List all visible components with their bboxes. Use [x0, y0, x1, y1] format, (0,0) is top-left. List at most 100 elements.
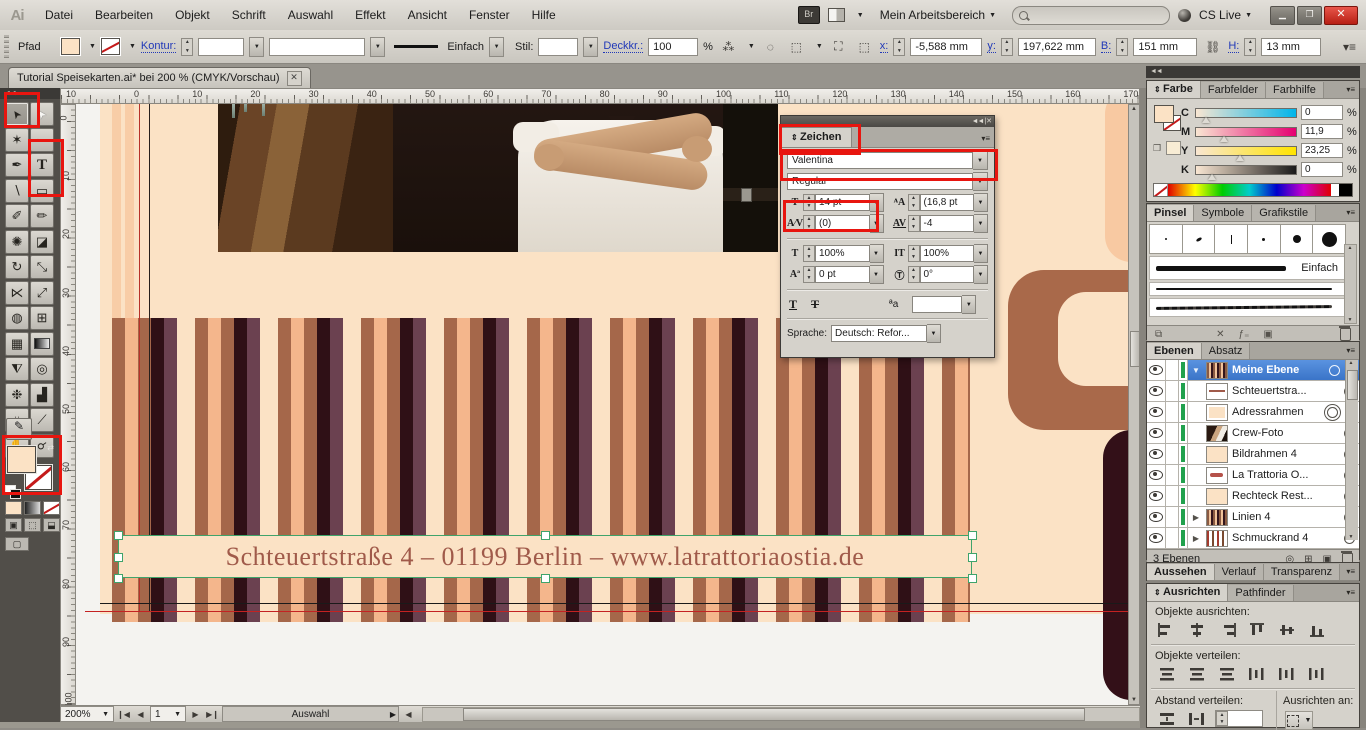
gradient-mode-button[interactable]: [24, 501, 41, 515]
layer-main[interactable]: Crew-Foto: [1188, 423, 1359, 443]
align-to-button[interactable]: ▼: [1285, 711, 1313, 730]
horizontal-scroll-thumb[interactable]: [463, 708, 1085, 721]
brush-swatch[interactable]: [1280, 224, 1314, 254]
layer-thumbnail[interactable]: [1206, 425, 1228, 442]
align-top-button[interactable]: [1245, 620, 1269, 639]
dist-vcenter-button[interactable]: [1185, 664, 1209, 683]
color-mode-button[interactable]: [5, 501, 22, 515]
visibility-cell[interactable]: [1147, 360, 1166, 380]
font-family-combo[interactable]: Valentina▼: [787, 152, 988, 169]
chevron-down-icon[interactable]: ▼: [973, 172, 988, 191]
layer-row[interactable]: Rechteck Rest...: [1147, 486, 1359, 507]
eraser-tool[interactable]: ◪: [30, 230, 54, 254]
scroll-left-icon[interactable]: ◀: [401, 707, 416, 721]
chevron-down-icon[interactable]: ▼: [748, 43, 755, 50]
layer-row[interactable]: ▶Schmuckrand 4: [1147, 528, 1359, 549]
tab-aussehen[interactable]: Aussehen: [1147, 564, 1215, 580]
eyedropper-tool[interactable]: ⧨: [5, 357, 29, 381]
layer-row[interactable]: Crew-Foto: [1147, 423, 1359, 444]
tab-farbhilfe[interactable]: Farbhilfe: [1266, 82, 1324, 98]
lock-cell[interactable]: [1166, 465, 1179, 485]
layer-thumbnail[interactable]: [1206, 383, 1228, 400]
fill-swatch[interactable]: [7, 446, 36, 473]
panel-menu-icon[interactable]: ▾≡: [1342, 205, 1359, 221]
panel-menu-icon[interactable]: ▾≡: [977, 131, 994, 147]
visibility-cell[interactable]: [1147, 465, 1166, 485]
vertical-scroll-thumb[interactable]: [1130, 331, 1140, 367]
align-right-button[interactable]: [1215, 620, 1239, 639]
select-similar-icon[interactable]: ⬚: [786, 37, 807, 57]
stroke-width-field[interactable]: [198, 38, 244, 56]
recolor-artwork-icon[interactable]: ⁂: [718, 37, 739, 57]
selection-handle[interactable]: [114, 574, 123, 583]
rotate-tool[interactable]: ↻: [5, 255, 29, 279]
panel-grip[interactable]: [4, 35, 9, 59]
channel-slider[interactable]: [1195, 127, 1297, 137]
selection-handle[interactable]: [968, 574, 977, 583]
leading-control[interactable]: ᴬA ▲▼ (16,8 pt ▼: [892, 194, 989, 211]
pen-tool[interactable]: ✒: [5, 153, 29, 177]
underline-button[interactable]: T: [789, 297, 797, 312]
tab-zeichen[interactable]: Zeichen: [781, 127, 852, 147]
previous-page-button[interactable]: ◀: [133, 707, 148, 721]
visibility-cell[interactable]: [1147, 381, 1166, 401]
channel-value-field[interactable]: 0: [1301, 162, 1343, 177]
layer-row[interactable]: Bildrahmen 4: [1147, 444, 1359, 465]
language-combo[interactable]: Deutsch: Refor... ▼: [831, 325, 941, 342]
layer-thumbnail[interactable]: [1206, 488, 1228, 505]
scroll-up-icon[interactable]: ▲: [1346, 360, 1356, 366]
layer-name[interactable]: Rechteck Rest...: [1232, 490, 1313, 502]
link-dimensions-icon[interactable]: ⛓: [1202, 37, 1223, 57]
fill-color-swatch[interactable]: [61, 38, 80, 55]
draw-inside-button[interactable]: ⬓: [43, 518, 60, 532]
fill-proxy-swatch[interactable]: [1154, 105, 1174, 123]
layer-name[interactable]: La Trattoria O...: [1232, 469, 1308, 481]
spacing-value-field[interactable]: ▲▼: [1215, 710, 1263, 727]
horizontal-ruler[interactable]: 1001020304050607080901001101201301401501…: [60, 88, 1140, 104]
fill-stroke-control[interactable]: ⇄: [5, 443, 55, 495]
tab-transparenz[interactable]: Transparenz: [1264, 564, 1340, 580]
width-stepper[interactable]: ▲▼: [1116, 38, 1128, 56]
corner-shape-dark[interactable]: [1103, 430, 1128, 700]
direct-selection-tool[interactable]: ➤: [30, 102, 54, 126]
search-input[interactable]: [1012, 6, 1170, 25]
align-hcenter-button[interactable]: [1185, 620, 1209, 639]
free-transform-tool[interactable]: ⤢: [30, 281, 54, 305]
chevron-down-icon[interactable]: ▼: [870, 214, 884, 233]
chevron-down-icon[interactable]: ▼: [816, 43, 823, 50]
visibility-cell[interactable]: [1147, 528, 1166, 548]
remove-brush-stroke-icon[interactable]: ✕: [1216, 329, 1224, 340]
selection-handle[interactable]: [541, 574, 550, 583]
layer-name[interactable]: Schmuckrand 4: [1232, 532, 1308, 544]
tab-ebenen[interactable]: Ebenen: [1147, 343, 1202, 359]
selection-handle[interactable]: [114, 553, 123, 562]
first-page-button[interactable]: ❙◀: [116, 707, 131, 721]
brush-charcoal[interactable]: [1149, 298, 1345, 317]
panel-menu-icon[interactable]: ▾≡: [1342, 82, 1359, 98]
vertical-scale-control[interactable]: ΙT ▲▼ 100% ▼: [892, 245, 989, 262]
last-page-button[interactable]: ▶❙: [205, 707, 220, 721]
lock-cell[interactable]: [1166, 507, 1179, 527]
layer-name[interactable]: Crew-Foto: [1232, 427, 1283, 439]
layer-row[interactable]: Adressrahmen: [1147, 402, 1359, 423]
rectangle-tool[interactable]: ▭: [30, 179, 54, 203]
screen-mode-button[interactable]: ▢: [5, 537, 29, 551]
menu-schrift[interactable]: Schrift: [221, 1, 277, 30]
menu-effekt[interactable]: Effekt: [344, 1, 396, 30]
channel-value-field[interactable]: 23,25: [1301, 143, 1343, 158]
dist-bottom-button[interactable]: [1215, 664, 1239, 683]
width-field[interactable]: 151 mm: [1133, 38, 1197, 56]
menu-auswahl[interactable]: Auswahl: [277, 1, 344, 30]
brush-swatch[interactable]: [1149, 224, 1183, 254]
layer-name[interactable]: Schteuertstra...: [1232, 385, 1307, 397]
align-vcenter-button[interactable]: [1275, 620, 1299, 639]
slice-tool[interactable]: ⟋: [30, 408, 54, 432]
tab-farbe[interactable]: Farbe: [1147, 81, 1201, 98]
panel-header[interactable]: ◄◄ | ✕: [781, 116, 994, 127]
kerning-stepper[interactable]: ▲▼: [803, 215, 815, 232]
arrange-documents-icon[interactable]: [828, 8, 845, 22]
height-field[interactable]: 13 mm: [1261, 38, 1321, 56]
tab-grafikstile[interactable]: Grafikstile: [1252, 205, 1316, 221]
selection-handle[interactable]: [968, 531, 977, 540]
stroke-link[interactable]: Kontur:: [141, 40, 176, 53]
